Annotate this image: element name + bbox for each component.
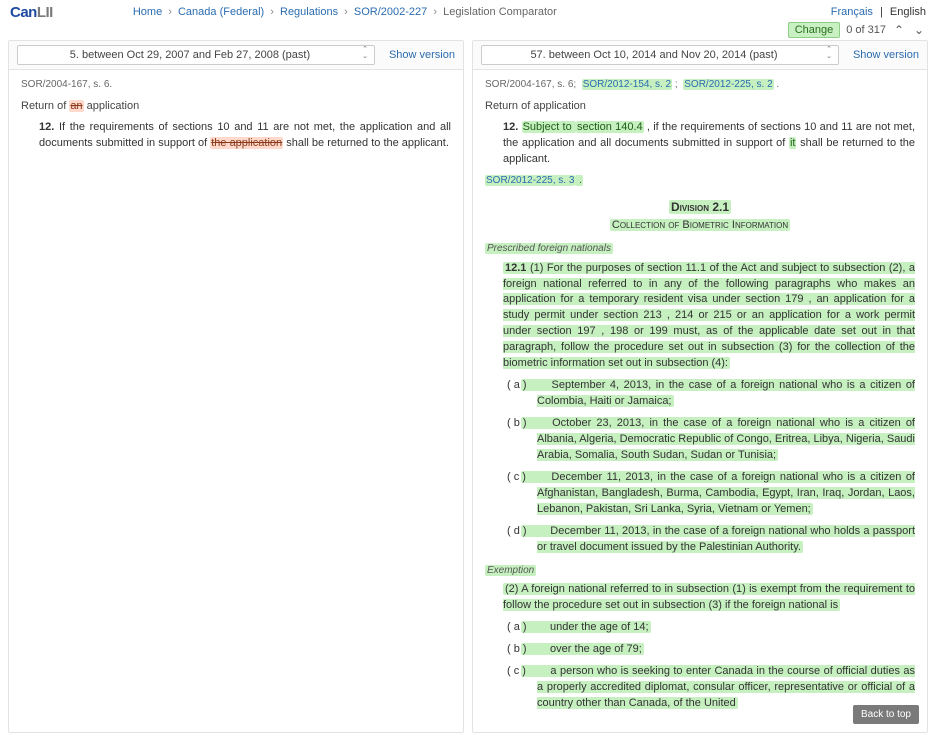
breadcrumb-sor[interactable]: SOR/2002-227 bbox=[354, 6, 427, 18]
right-heading: Return of application bbox=[485, 99, 915, 115]
breadcrumb-sep: › bbox=[267, 6, 277, 18]
s215: 215 bbox=[713, 309, 731, 321]
right-sor-dot: . bbox=[776, 79, 779, 90]
right-para-12-add1: Subject to bbox=[522, 121, 576, 133]
right-p2-num: (2) bbox=[505, 583, 518, 595]
right-footnote-12: SOR/2012-225, s. 3 . bbox=[485, 174, 915, 189]
right-sor-link-1[interactable]: SOR/2012-154, s. 2 bbox=[583, 79, 671, 90]
left-pane: 5. between Oct 29, 2007 and Feb 27, 2008… bbox=[8, 40, 464, 733]
back-to-top-button[interactable]: Back to top bbox=[853, 705, 919, 724]
right-version-select[interactable]: 57. between Oct 10, 2014 and Nov 20, 201… bbox=[481, 45, 839, 65]
left-para-12-del: the application bbox=[210, 137, 283, 149]
right-12-1-sub: (1) bbox=[530, 262, 543, 274]
logo-part-2: LII bbox=[37, 4, 53, 21]
left-heading-post: application bbox=[87, 100, 140, 112]
breadcrumb-current: Legislation Comparator bbox=[443, 6, 557, 18]
right-li-b: ( b ) October 23, 2013, in the case of a… bbox=[501, 416, 915, 464]
right-sor-line: SOR/2004-167, s. 6; SOR/2012-154, s. 2 ;… bbox=[485, 78, 915, 93]
change-count: 0 of 317 bbox=[846, 24, 886, 36]
left-pane-body: SOR/2004-167, s. 6. Return of an applica… bbox=[9, 70, 463, 172]
right-foot12-dot: . bbox=[575, 175, 583, 186]
change-nav: Change 0 of 317 ⌃ ⌄ bbox=[0, 22, 936, 40]
left-heading-del: an bbox=[69, 100, 83, 112]
s199: 199 bbox=[649, 325, 667, 337]
logo[interactable]: CanLII bbox=[10, 4, 53, 21]
language-switch: Français | English bbox=[831, 6, 926, 18]
division-sub: Collection of Biometric Information bbox=[610, 219, 790, 231]
subhead-exemption: Exemption bbox=[485, 564, 915, 579]
breadcrumb-home[interactable]: Home bbox=[133, 6, 162, 18]
right-sor-sep: ; bbox=[675, 79, 678, 90]
right-li-a: ( a ) September 4, 2013, in the case of … bbox=[501, 378, 915, 410]
left-pane-header: 5. between Oct 29, 2007 and Feb 27, 2008… bbox=[9, 41, 463, 70]
chevron-down-icon[interactable]: ⌄ bbox=[912, 24, 926, 36]
s179: section 179 bbox=[745, 293, 803, 305]
top-bar: CanLII Home › Canada (Federal) › Regulat… bbox=[0, 0, 936, 22]
left-show-version-link[interactable]: Show version bbox=[389, 49, 455, 61]
left-heading: Return of an application bbox=[21, 99, 451, 115]
breadcrumb-sep: › bbox=[430, 6, 440, 18]
right-pane-body: SOR/2004-167, s. 6; SOR/2012-154, s. 2 ;… bbox=[473, 70, 927, 732]
left-para-12-num: 12. bbox=[39, 121, 54, 133]
lang-en: English bbox=[890, 6, 926, 18]
s214: 214 bbox=[675, 309, 693, 321]
division-title: Division 2.1 Collection of Biometric Inf… bbox=[485, 199, 915, 234]
right-para-12-sec: section 140.4 bbox=[576, 121, 644, 133]
right-para-2: (2) A foreign national referred to in su… bbox=[485, 582, 915, 614]
right-12-1-full: 12.1 (1) For the purposes of section 11.… bbox=[503, 262, 915, 370]
lang-divider: | bbox=[876, 6, 887, 18]
right-li2-a: ( a ) under the age of 14; bbox=[501, 620, 915, 636]
right-li-c: ( c ) December 11, 2013, in the case of … bbox=[501, 470, 915, 518]
right-para-12-1: 12.1 (1) For the purposes of section 11.… bbox=[485, 261, 915, 373]
right-show-version-link[interactable]: Show version bbox=[853, 49, 919, 61]
right-li2-b: ( b ) over the age of 79; bbox=[501, 642, 915, 658]
right-para-12-num: 12. bbox=[503, 121, 518, 133]
left-para-12: 12. If the requirements of sections 10 a… bbox=[21, 120, 451, 152]
subhead-prescribed: Prescribed foreign nationals bbox=[485, 242, 915, 257]
breadcrumb-sep: › bbox=[165, 6, 175, 18]
right-12-1-num: 12.1 bbox=[505, 262, 526, 274]
breadcrumb-canada[interactable]: Canada (Federal) bbox=[178, 6, 264, 18]
right-li-d: ( d ) December 11, 2013, in the case of … bbox=[501, 524, 915, 556]
right-sor-prefix: SOR/2004-167, s. 6; bbox=[485, 79, 576, 90]
change-button[interactable]: Change bbox=[788, 22, 841, 38]
right-para-12-comma: , bbox=[644, 121, 654, 133]
s198: 198 bbox=[610, 325, 628, 337]
right-sor-link-2[interactable]: SOR/2012-225, s. 2 bbox=[684, 79, 772, 90]
right-pane: 57. between Oct 10, 2014 and Nov 20, 201… bbox=[472, 40, 928, 733]
breadcrumb-regulations[interactable]: Regulations bbox=[280, 6, 338, 18]
left-para-12-b: shall be returned to the applicant. bbox=[283, 137, 449, 149]
s197: section 197 bbox=[537, 325, 596, 337]
left-sor-line: SOR/2004-167, s. 6. bbox=[21, 78, 451, 93]
lang-fr[interactable]: Français bbox=[831, 6, 873, 18]
s213: section 213 bbox=[603, 309, 661, 321]
right-p2-body: A foreign national referred to in subsec… bbox=[503, 583, 915, 611]
comparison-panes: 5. between Oct 29, 2007 and Feb 27, 2008… bbox=[0, 40, 936, 733]
breadcrumb: Home › Canada (Federal) › Regulations › … bbox=[133, 6, 557, 18]
chevron-up-icon[interactable]: ⌃ bbox=[892, 24, 906, 36]
breadcrumb-sep: › bbox=[341, 6, 351, 18]
logo-part-1: Can bbox=[10, 4, 37, 21]
left-version-select[interactable]: 5. between Oct 29, 2007 and Feb 27, 2008… bbox=[17, 45, 375, 65]
division-num: Division 2.1 bbox=[669, 200, 731, 214]
left-heading-pre: Return of bbox=[21, 100, 66, 112]
right-pane-header: 57. between Oct 10, 2014 and Nov 20, 201… bbox=[473, 41, 927, 70]
right-para-12: 12. Subject to section 140.4 , if the re… bbox=[485, 120, 915, 168]
right-foot12-link[interactable]: SOR/2012-225, s. 3 bbox=[486, 175, 574, 186]
